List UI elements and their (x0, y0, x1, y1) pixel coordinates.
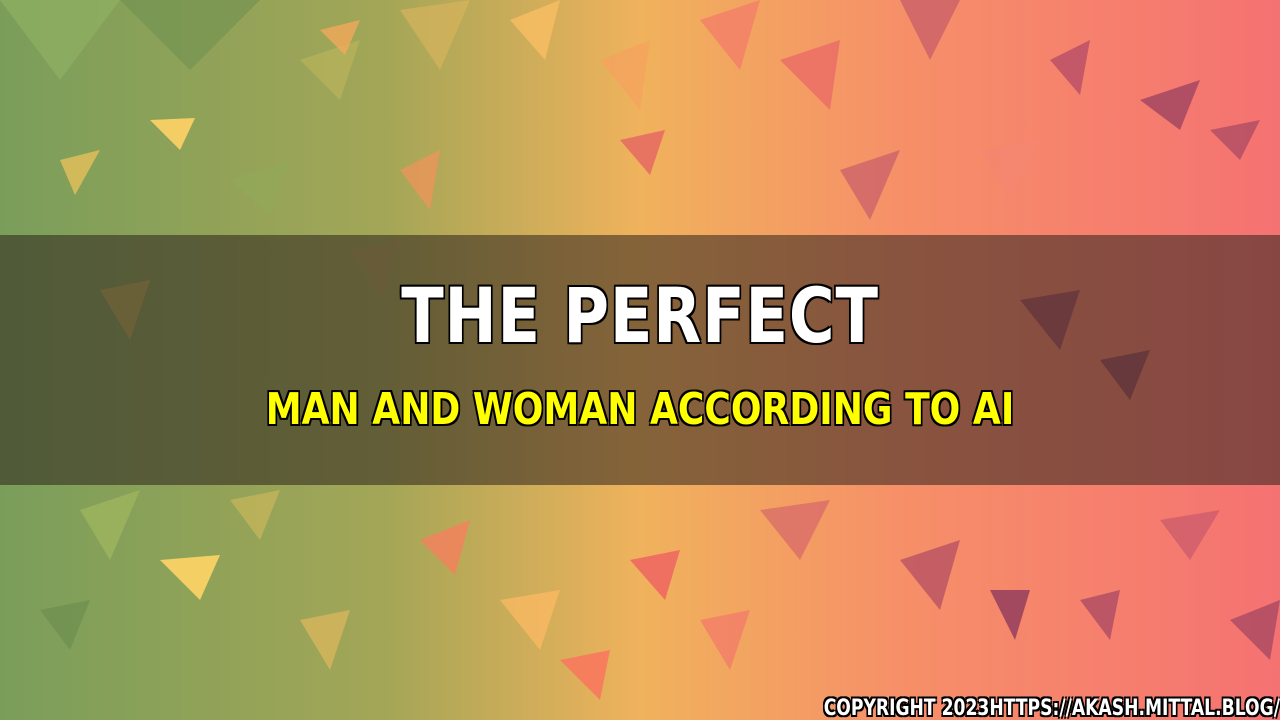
page-subtitle: MAN AND WOMAN ACCORDING TO AI (265, 384, 1015, 435)
page-title: THE PERFECT (400, 270, 879, 362)
copyright-notice: COPYRIGHT 2023HTTPS://AKASH.MITTAL.BLOG/ (823, 696, 1280, 720)
